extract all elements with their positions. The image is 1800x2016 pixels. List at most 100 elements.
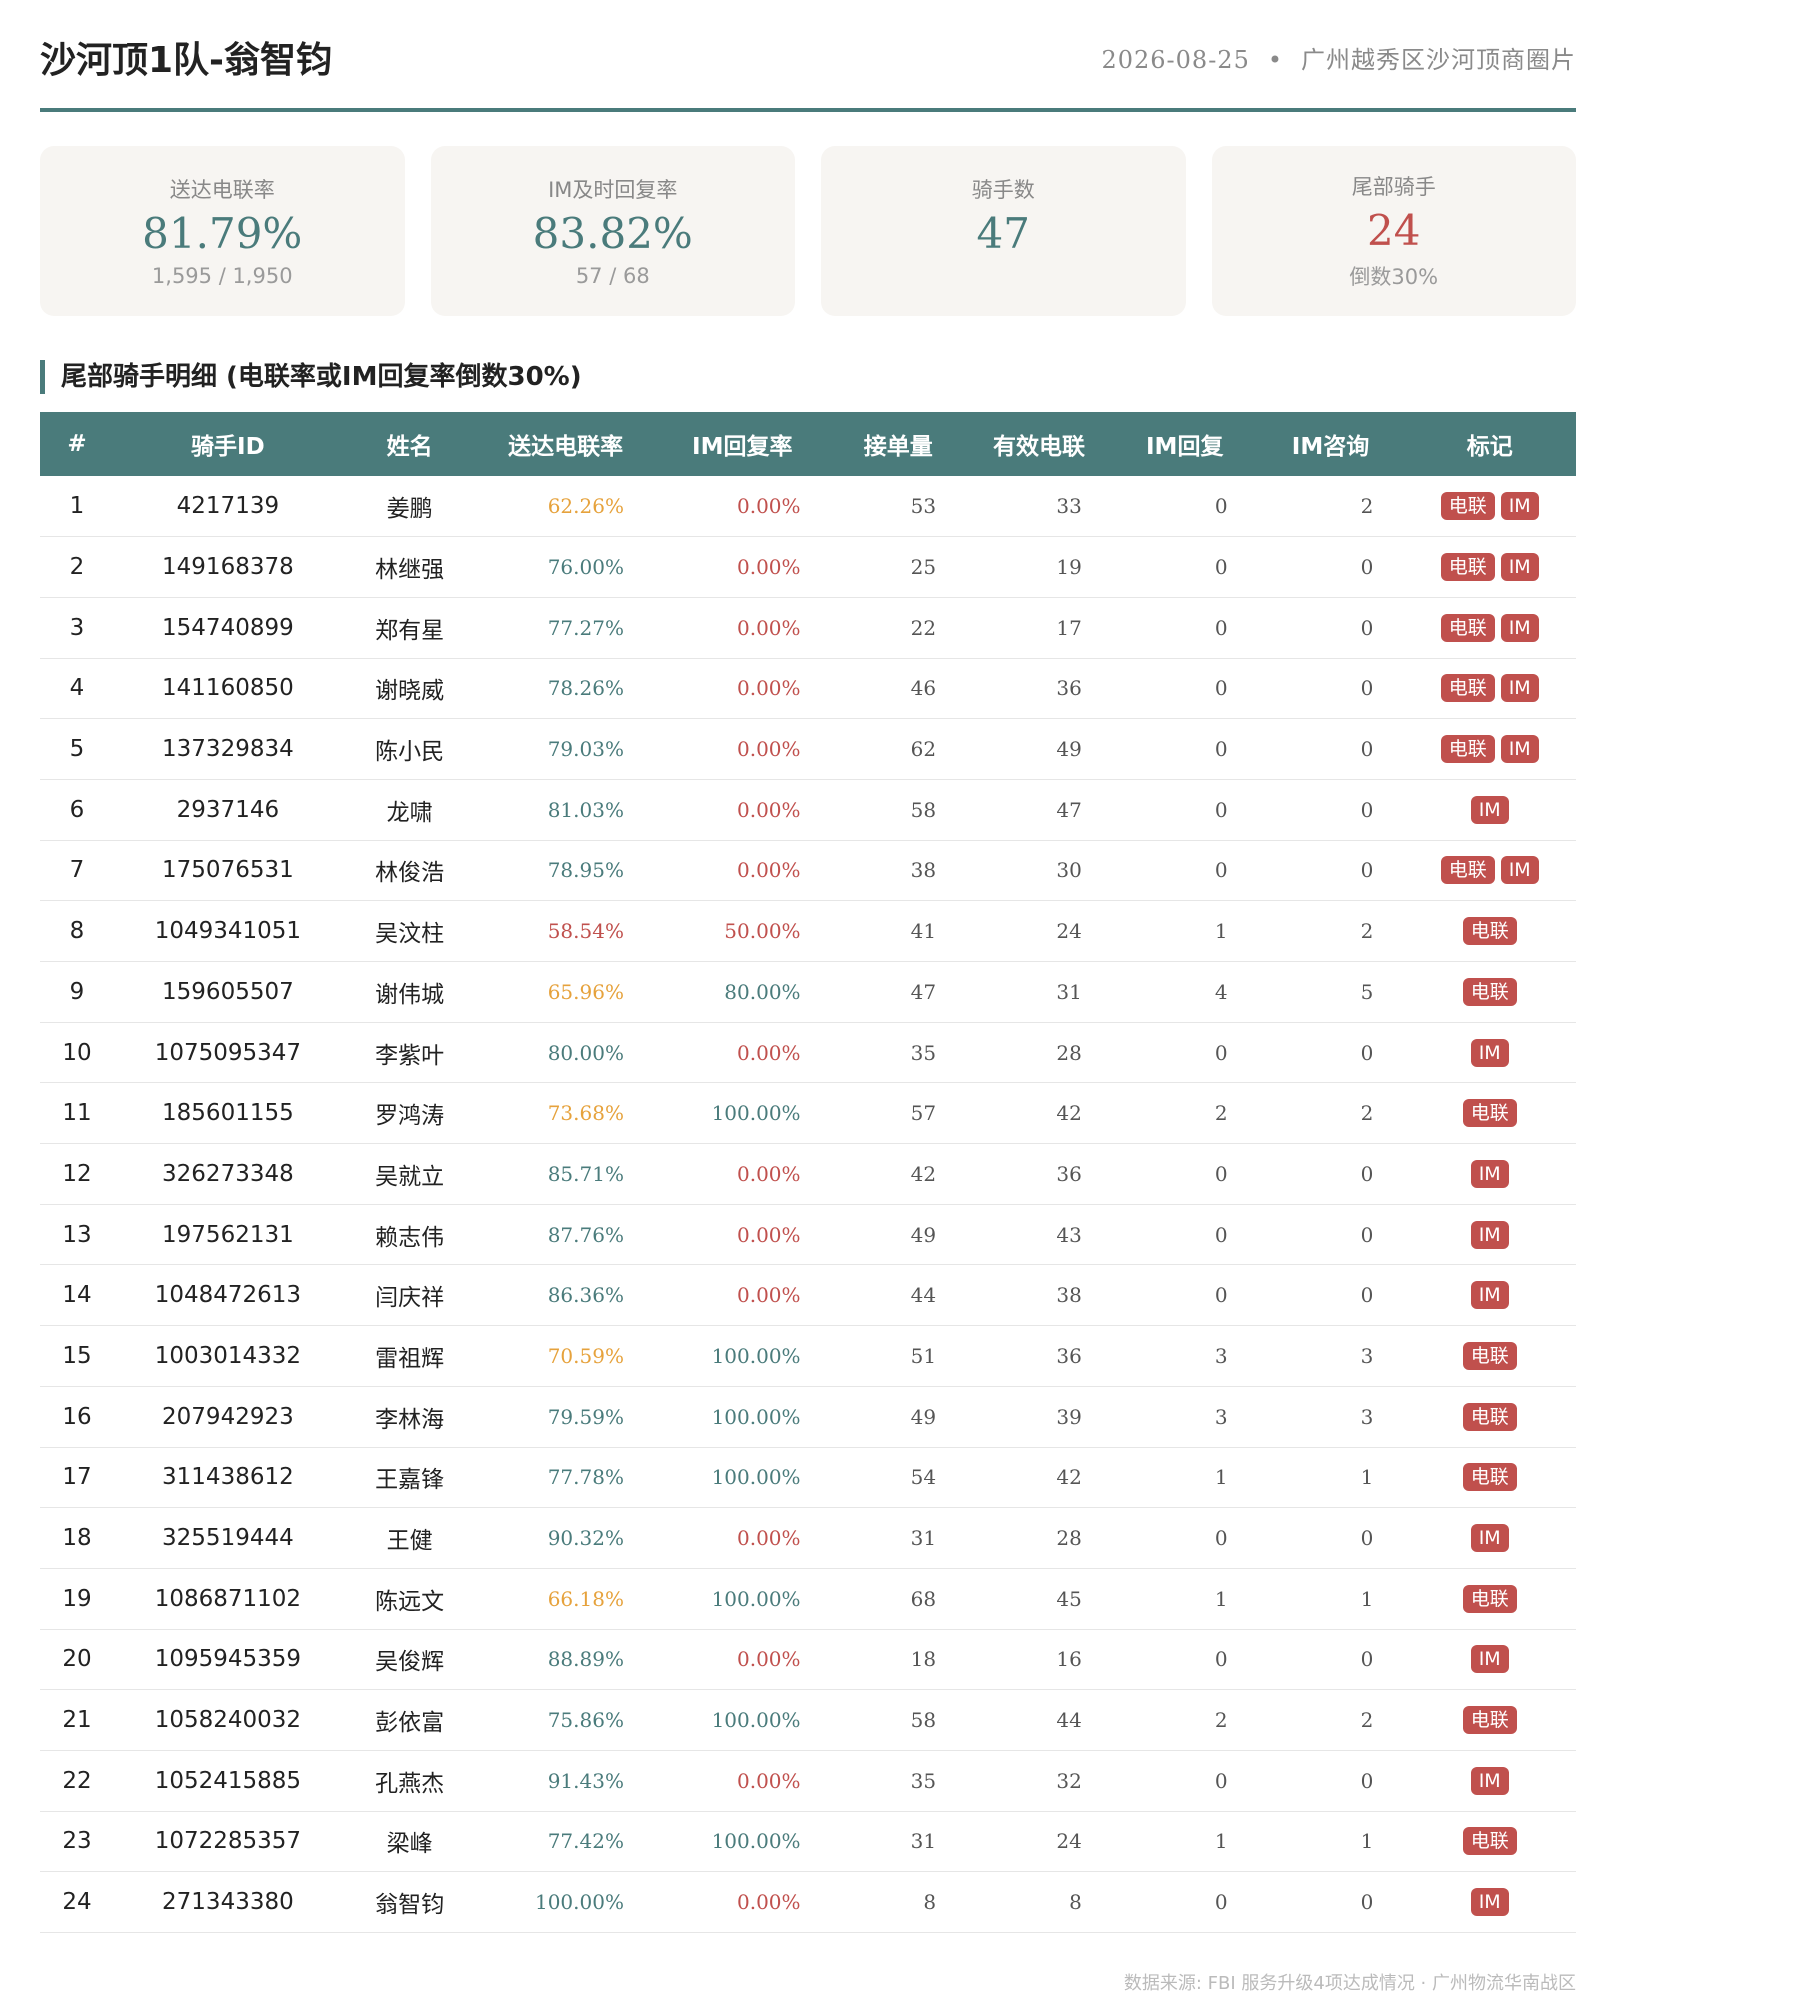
cell-valid-calls: 44 bbox=[1056, 1708, 1082, 1733]
flag-badge: IM bbox=[1500, 674, 1539, 703]
cell-rider-id: 311438612 bbox=[162, 1464, 294, 1491]
flag-badge: IM bbox=[1470, 1888, 1509, 1917]
cell-call-rate: 78.95% bbox=[547, 858, 624, 883]
cell-call-rate: 88.89% bbox=[547, 1647, 624, 1672]
cell-tags: IM bbox=[1403, 1022, 1576, 1083]
cell-index: 4 bbox=[69, 675, 85, 702]
cell-call-rate: 58.54% bbox=[547, 919, 624, 944]
cell-index: 21 bbox=[62, 1707, 92, 1734]
cell-rider-id: 185601155 bbox=[162, 1100, 294, 1127]
flag-badge: 电联 bbox=[1462, 1341, 1517, 1370]
report-page: 沙河顶1队-翁智钧 2026-08-25 • 广州越秀区沙河顶商圈片 送达电联率 8… bbox=[40, 0, 1576, 1995]
cell-index: 24 bbox=[62, 1889, 92, 1916]
cell-valid-calls: 24 bbox=[1056, 919, 1082, 944]
card-sub: 1,595 / 1,950 bbox=[151, 264, 293, 289]
cell-im-reply: 0 bbox=[1214, 1283, 1228, 1308]
cell-im-rate: 100.00% bbox=[711, 1708, 801, 1733]
cell-valid-calls: 17 bbox=[1056, 615, 1082, 640]
cell-im-ask: 2 bbox=[1360, 1101, 1374, 1126]
flag-badge: IM bbox=[1500, 856, 1539, 885]
report-area: 广州越秀区沙河顶商圈片 bbox=[1301, 45, 1576, 74]
cell-im-rate: 100.00% bbox=[711, 1465, 801, 1490]
table-row: 2 149168378 林继强 76.00% 0.00% 25 19 0 0 电联 IM bbox=[40, 537, 1576, 598]
cell-rider-id: 1095945359 bbox=[154, 1646, 302, 1673]
flag-badge: 电联 bbox=[1462, 1463, 1517, 1492]
cell-im-ask: 2 bbox=[1360, 1708, 1374, 1733]
table-row: 21 1058240032 彭依富 75.86% 100.00% 58 44 2 2 电联 bbox=[40, 1690, 1576, 1751]
cell-tags: 电联 bbox=[1403, 962, 1576, 1023]
cell-im-reply: 1 bbox=[1214, 919, 1228, 944]
report-header: 沙河顶1队-翁智钧 2026-08-25 • 广州越秀区沙河顶商圈片 bbox=[40, 0, 1576, 112]
report-meta: 2026-08-25 • 广州越秀区沙河顶商圈片 bbox=[1101, 40, 1576, 75]
cell-valid-calls: 8 bbox=[1069, 1890, 1082, 1915]
cell-tags: 电联 bbox=[1403, 1386, 1576, 1447]
cell-im-reply: 0 bbox=[1214, 1768, 1228, 1793]
cell-valid-calls: 19 bbox=[1056, 555, 1082, 580]
cell-im-ask: 1 bbox=[1360, 1829, 1374, 1854]
cell-orders: 51 bbox=[910, 1343, 937, 1368]
cell-valid-calls: 32 bbox=[1056, 1768, 1082, 1793]
cell-im-reply: 0 bbox=[1214, 797, 1228, 822]
table-row: 10 1075095347 李紫叶 80.00% 0.00% 35 28 0 0 IM bbox=[40, 1022, 1576, 1083]
cell-rider-id: 1048472613 bbox=[154, 1282, 302, 1309]
cell-tags: IM bbox=[1403, 1508, 1576, 1569]
cell-im-reply: 0 bbox=[1214, 555, 1228, 580]
cell-orders: 58 bbox=[910, 1708, 937, 1733]
cell-rider-id: 149168378 bbox=[162, 554, 294, 581]
cell-valid-calls: 42 bbox=[1056, 1465, 1082, 1490]
cell-valid-calls: 24 bbox=[1056, 1829, 1082, 1854]
cell-tags: 电联 bbox=[1403, 1811, 1576, 1872]
cell-call-rate: 90.32% bbox=[547, 1526, 624, 1551]
cell-tags: IM bbox=[1403, 779, 1576, 840]
card-rider-count: 骑手数 47 bbox=[821, 146, 1186, 316]
cell-im-ask: 3 bbox=[1360, 1343, 1374, 1368]
cell-index: 13 bbox=[62, 1221, 92, 1248]
cell-tags: 电联 IM bbox=[1403, 840, 1576, 901]
table-row: 23 1072285357 梁峰 77.42% 100.00% 31 24 1 1 电联 bbox=[40, 1811, 1576, 1872]
flag-badge: IM bbox=[1470, 1766, 1509, 1795]
cell-call-rate: 80.00% bbox=[547, 1040, 624, 1065]
cell-name: 王嘉锋 bbox=[375, 1467, 445, 1494]
cell-im-rate: 0.00% bbox=[737, 615, 801, 640]
cell-call-rate: 75.86% bbox=[547, 1708, 624, 1733]
cell-im-rate: 0.00% bbox=[737, 1222, 801, 1247]
cell-rider-id: 325519444 bbox=[162, 1525, 294, 1552]
cell-valid-calls: 49 bbox=[1056, 737, 1082, 762]
flag-badge: IM bbox=[1500, 553, 1539, 582]
cell-tags: 电联 IM bbox=[1403, 597, 1576, 658]
cell-im-ask: 0 bbox=[1360, 1768, 1374, 1793]
col-name: 姓名 bbox=[386, 434, 433, 460]
cell-call-rate: 85.71% bbox=[547, 1161, 624, 1186]
cell-rider-id: 137329834 bbox=[162, 736, 294, 763]
cell-index: 11 bbox=[62, 1100, 92, 1127]
cell-call-rate: 86.36% bbox=[547, 1283, 624, 1308]
cell-name: 梁峰 bbox=[386, 1831, 433, 1858]
cell-rider-id: 326273348 bbox=[162, 1160, 294, 1187]
flag-badge: 电联 bbox=[1462, 917, 1517, 946]
cell-orders: 54 bbox=[910, 1465, 937, 1490]
cell-name: 姜鹏 bbox=[386, 496, 433, 523]
cell-im-rate: 100.00% bbox=[711, 1829, 801, 1854]
cell-name: 吴就立 bbox=[375, 1163, 445, 1190]
card-sub: 倒数30% bbox=[1349, 265, 1439, 290]
cell-name: 王健 bbox=[386, 1528, 433, 1555]
table-row: 16 207942923 李林海 79.59% 100.00% 49 39 3 3 电联 bbox=[40, 1386, 1576, 1447]
cell-valid-calls: 38 bbox=[1056, 1283, 1082, 1308]
cell-rider-id: 175076531 bbox=[162, 857, 294, 884]
cell-call-rate: 65.96% bbox=[547, 979, 624, 1004]
cell-tags: IM bbox=[1403, 1265, 1576, 1326]
cell-im-rate: 100.00% bbox=[711, 1343, 801, 1368]
cell-name: 吴汶柱 bbox=[375, 921, 445, 948]
cell-im-ask: 2 bbox=[1360, 494, 1374, 519]
cell-tags: 电联 IM bbox=[1403, 537, 1576, 598]
table-row: 4 141160850 谢晓威 78.26% 0.00% 46 36 0 0 电联 IM bbox=[40, 658, 1576, 719]
cell-im-rate: 0.00% bbox=[737, 1283, 801, 1308]
table-row: 1 4217139 姜鹏 62.26% 0.00% 53 33 0 2 电联 IM bbox=[40, 476, 1576, 537]
cell-orders: 22 bbox=[910, 615, 937, 640]
cell-tags: IM bbox=[1403, 1144, 1576, 1205]
cell-call-rate: 100.00% bbox=[534, 1890, 624, 1915]
cell-im-ask: 0 bbox=[1360, 737, 1374, 762]
cell-valid-calls: 47 bbox=[1056, 797, 1082, 822]
cell-im-reply: 0 bbox=[1214, 1161, 1228, 1186]
cell-orders: 25 bbox=[910, 555, 937, 580]
